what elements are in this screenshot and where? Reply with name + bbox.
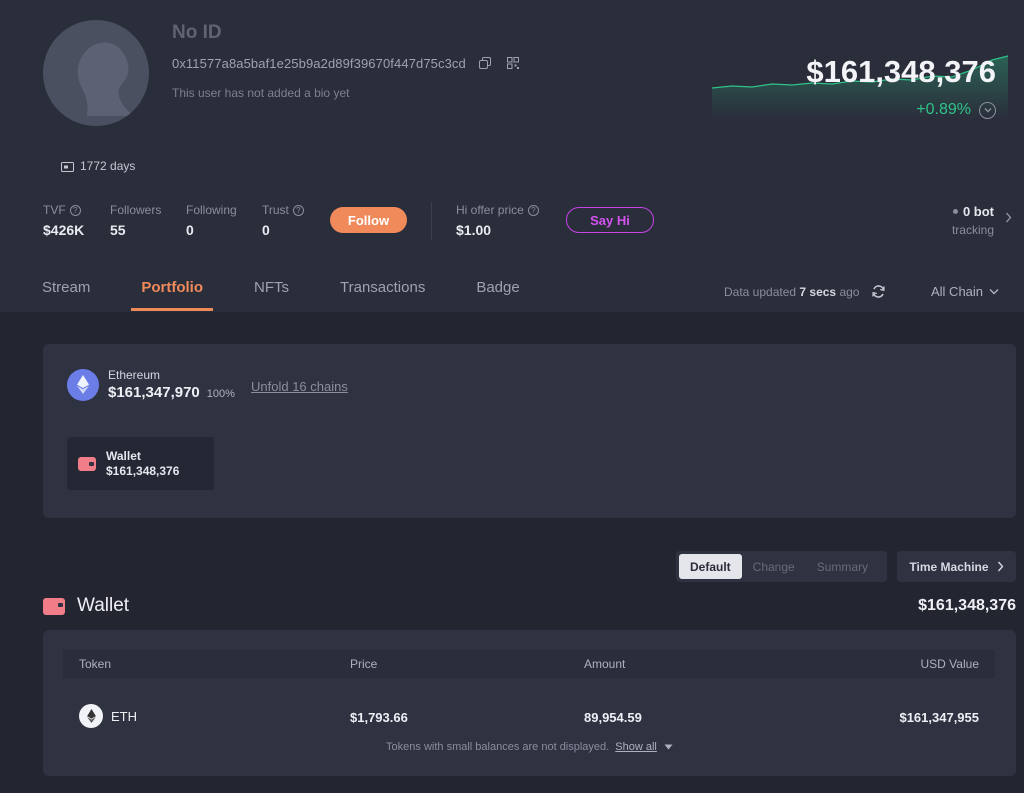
wallet-section-total: $161,348,376: [918, 597, 1016, 614]
help-icon[interactable]: ?: [69, 204, 81, 216]
caret-down-icon[interactable]: [664, 744, 673, 750]
wallet-token-table: Token Price Amount USD Value ETH $1,793.…: [43, 630, 1016, 776]
updated-time: 7 secs: [799, 285, 837, 299]
divider: [431, 202, 432, 240]
view-summary[interactable]: Summary: [806, 554, 879, 579]
unfold-chains-link[interactable]: Unfold 16 chains: [251, 379, 348, 394]
column-token: Token: [79, 657, 112, 671]
column-amount: Amount: [584, 657, 626, 671]
chain-percentage: 100%: [206, 388, 235, 400]
profile-header: No ID 0x11577a8a5baf1e25b9a2d89f39670f44…: [0, 0, 1024, 312]
following-label: Following: [186, 203, 237, 217]
followers-label: Followers: [110, 203, 162, 217]
token-symbol: ETH: [111, 708, 137, 724]
tab-nfts[interactable]: NFTs: [254, 279, 289, 311]
ethereum-icon: [67, 368, 99, 401]
view-default[interactable]: Default: [679, 554, 742, 579]
following-value: 0: [186, 222, 194, 238]
wallet-summary-value: $161,348,376: [106, 464, 180, 478]
trust-label: Trust: [262, 203, 289, 217]
stat-hi-offer: Hi offer price? $1.00: [456, 203, 539, 238]
tvf-label: TVF: [43, 203, 66, 217]
account-age: 1772 days: [61, 159, 135, 173]
column-price: Price: [350, 657, 378, 671]
net-worth-value: $161,348,376: [806, 54, 996, 89]
calendar-icon: [61, 161, 74, 172]
username: No ID: [172, 22, 222, 43]
chain-value-amount: $161,347,970: [108, 384, 200, 401]
avatar[interactable]: [43, 20, 149, 126]
wallet-icon: [78, 456, 96, 471]
tab-transactions[interactable]: Transactions: [340, 279, 425, 311]
profile-tabs: Stream Portfolio NFTs Transactions Badge: [42, 279, 571, 311]
bot-count: 0 bot: [962, 204, 994, 219]
token-amount: 89,954.59: [584, 710, 642, 725]
table-header: Token Price Amount USD Value: [63, 650, 995, 678]
chevron-right-icon[interactable]: [1005, 212, 1012, 223]
chain-filter-dropdown[interactable]: All Chain: [931, 284, 999, 299]
status-dot: [952, 209, 958, 214]
help-icon[interactable]: ?: [527, 204, 539, 216]
updated-prefix: Data updated: [724, 285, 797, 299]
chain-filter-label: All Chain: [931, 284, 984, 299]
follow-button[interactable]: Follow: [330, 207, 407, 233]
say-hi-button[interactable]: Say Hi: [566, 207, 654, 233]
followers-value: 55: [110, 222, 126, 238]
stat-tvf: TVF? $426K: [43, 203, 84, 238]
chevron-down-icon[interactable]: [979, 101, 996, 119]
data-updated-status: Data updated 7 secs ago: [724, 285, 859, 299]
wallet-summary-item[interactable]: Wallet $161,348,376: [67, 437, 214, 490]
tvf-value: $426K: [43, 222, 85, 238]
address-row: 0x11577a8a5baf1e25b9a2d89f39670f447d75c3…: [172, 55, 522, 71]
chevron-right-icon: [997, 561, 1003, 572]
tab-badge[interactable]: Badge: [476, 279, 519, 311]
token-price: $1,793.66: [350, 710, 408, 725]
wallet-icon: [43, 597, 65, 615]
refresh-icon[interactable]: [871, 284, 886, 299]
chevron-down-icon: [989, 289, 999, 295]
time-machine-button[interactable]: Time Machine: [897, 551, 1016, 582]
chain-ethereum: Ethereum $161,347,970 100%: [67, 368, 235, 401]
chain-name: Ethereum: [108, 368, 161, 382]
user-bio: This user has not added a bio yet: [172, 86, 350, 100]
column-usd-value: USD Value: [920, 657, 979, 671]
chain-value: $161,347,970 100%: [108, 384, 235, 401]
small-balance-note: Tokens with small balances are not displ…: [43, 741, 1016, 753]
hi-offer-value: $1.00: [456, 222, 492, 238]
qr-code-icon[interactable]: [504, 55, 522, 71]
token-usd-value: $161,347,955: [899, 710, 979, 725]
view-mode-toggle: Default Change Summary: [676, 551, 887, 582]
hi-offer-label: Hi offer price: [456, 203, 524, 217]
help-icon[interactable]: ?: [292, 204, 304, 216]
bot-tracking-label: tracking: [951, 223, 994, 237]
wallet-section-header: Wallet: [43, 595, 129, 617]
updated-suffix: ago: [839, 285, 860, 299]
avatar-silhouette-icon: [77, 42, 133, 116]
stat-following[interactable]: Following 0: [186, 203, 237, 238]
eth-token-icon: [79, 704, 103, 728]
token-cell: ETH: [79, 704, 137, 728]
chain-summary-card: Ethereum $161,347,970 100% Unfold 16 chai…: [43, 344, 1016, 518]
net-worth-change: +0.89%: [916, 101, 971, 118]
view-change[interactable]: Change: [742, 554, 806, 579]
change-row: +0.89%: [916, 101, 996, 119]
footnote-text: Tokens with small balances are not displ…: [386, 741, 610, 753]
tab-stream[interactable]: Stream: [42, 279, 90, 311]
wallet-address: 0x11577a8a5baf1e25b9a2d89f39670f447d75c3…: [172, 55, 466, 71]
stat-trust: Trust? 0: [262, 203, 304, 238]
account-age-label: 1772 days: [80, 159, 136, 173]
copy-icon[interactable]: [476, 55, 494, 71]
tab-portfolio[interactable]: Portfolio: [131, 279, 213, 311]
wallet-summary-label: Wallet: [106, 449, 141, 463]
show-all-link[interactable]: Show all: [615, 741, 657, 753]
trust-value: 0: [262, 222, 270, 238]
wallet-section-title: Wallet: [77, 595, 130, 616]
time-machine-label: Time Machine: [909, 559, 989, 574]
stat-followers[interactable]: Followers 55: [110, 203, 161, 238]
bot-tracking[interactable]: 0 bot tracking: [952, 204, 994, 237]
